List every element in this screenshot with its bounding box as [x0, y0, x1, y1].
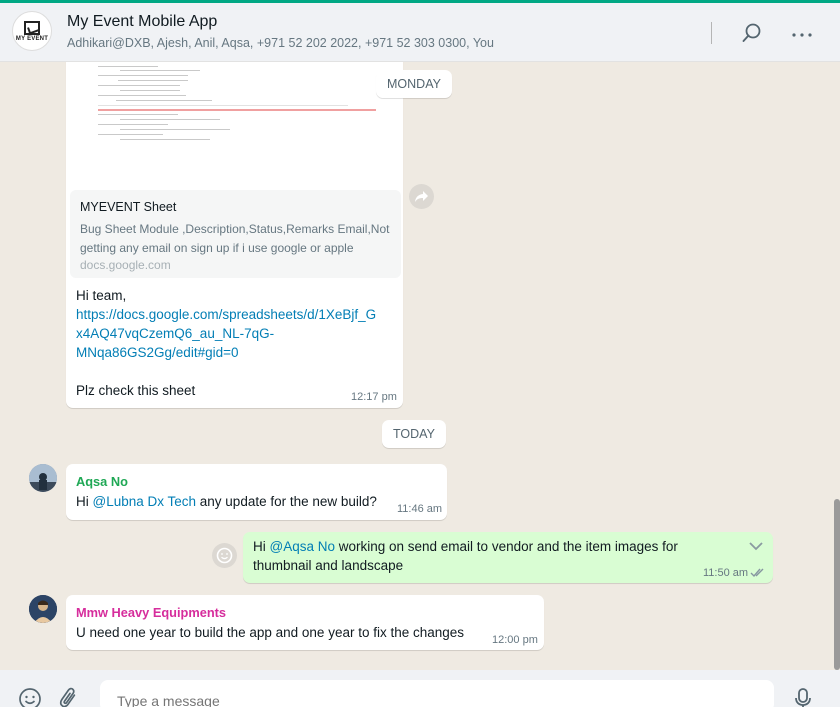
- message-link-line1[interactable]: https://docs.google.com/spreadsheets/d/1…: [76, 305, 376, 325]
- chat-title[interactable]: My Event Mobile App: [67, 13, 217, 31]
- avatar-photo-icon: [29, 464, 57, 492]
- scrollbar[interactable]: [834, 62, 840, 670]
- header-divider: [711, 22, 712, 44]
- link-preview-domain: docs.google.com: [80, 258, 171, 272]
- forward-icon: [415, 191, 428, 202]
- chat-messages[interactable]: MYEVENT Sheet Bug Sheet Module ,Descript…: [0, 62, 840, 670]
- sender-name[interactable]: Mmw Heavy Equipments: [76, 605, 226, 620]
- message-link-line2[interactable]: x4AQ47vqCzemQ6_au_NL-7qG-: [76, 324, 274, 344]
- emoji-icon[interactable]: [18, 687, 42, 707]
- mic-icon[interactable]: [791, 687, 815, 707]
- link-preview-card[interactable]: MYEVENT Sheet Bug Sheet Module ,Descript…: [70, 190, 401, 278]
- message-time: 11:50 am: [703, 567, 749, 579]
- avatar[interactable]: [29, 464, 57, 492]
- menu-icon[interactable]: [791, 23, 813, 45]
- avatar-photo-icon: [29, 595, 57, 623]
- forward-button[interactable]: [409, 184, 434, 209]
- chevron-down-icon[interactable]: [748, 540, 764, 552]
- chat-header[interactable]: MY EVENT My Event Mobile App Adhikari@DX…: [0, 3, 840, 62]
- avatar-text: MY EVENT: [15, 35, 49, 42]
- message-text: thumbnail and landscape: [253, 558, 404, 573]
- avatar[interactable]: [29, 595, 57, 623]
- message-text: Hi @Aqsa No working on send email to ven…: [253, 539, 678, 554]
- message-text: Hi @Lubna Dx Tech any update for the new…: [76, 494, 377, 509]
- scrollbar-thumb[interactable]: [834, 499, 840, 670]
- sender-name[interactable]: Aqsa No: [76, 474, 128, 489]
- date-chip-monday: MONDAY: [376, 70, 452, 98]
- chat-participants[interactable]: Adhikari@DXB, Ajesh, Anil, Aqsa, +971 52…: [67, 36, 494, 50]
- link-preview-title: MYEVENT Sheet: [80, 200, 177, 214]
- message-text: U need one year to build the app and one…: [76, 625, 465, 640]
- emoji-icon: [216, 547, 233, 564]
- message-text: Plz check this sheet: [76, 383, 196, 398]
- message-link-line3[interactable]: MNqa86GS2Gg/edit#gid=0: [76, 343, 238, 363]
- app-logo-icon: [24, 20, 40, 35]
- spreadsheet-thumbnail[interactable]: [70, 62, 401, 188]
- message-text: Hi team,: [76, 288, 127, 303]
- link-preview-description: Bug Sheet Module ,Description,Status,Rem…: [80, 222, 390, 255]
- message-time: 12:17 pm: [351, 391, 397, 403]
- double-check-icon: [750, 568, 764, 578]
- message-input[interactable]: [100, 680, 774, 707]
- message-time: 11:46 am: [397, 503, 443, 515]
- attach-icon[interactable]: [58, 687, 82, 707]
- mention-link[interactable]: @Aqsa No: [270, 539, 335, 554]
- search-icon[interactable]: [741, 22, 763, 44]
- react-button[interactable]: [212, 543, 237, 568]
- message-time: 12:00 pm: [492, 634, 538, 646]
- message-composer: [0, 670, 840, 707]
- group-avatar[interactable]: MY EVENT: [12, 11, 52, 51]
- mention-link[interactable]: @Lubna Dx Tech: [93, 494, 197, 509]
- date-chip-today: TODAY: [382, 420, 446, 448]
